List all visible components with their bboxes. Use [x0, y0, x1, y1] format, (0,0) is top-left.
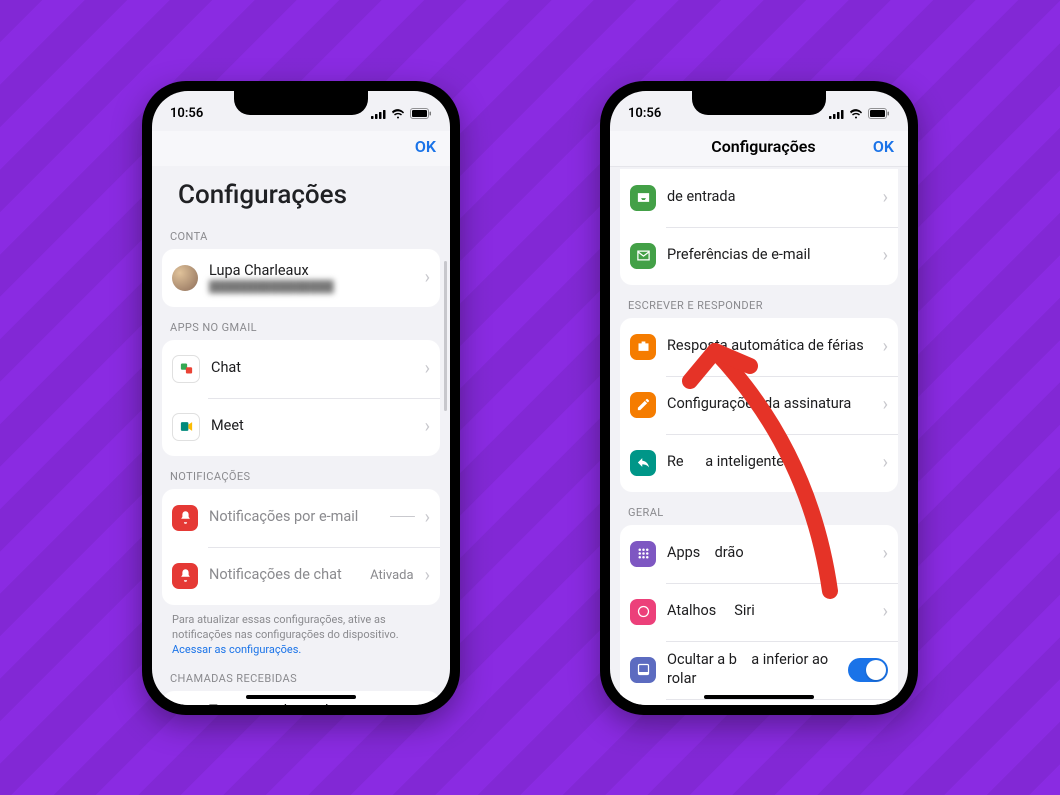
account-name: Lupa Charleaux [209, 262, 414, 280]
chevron-right-icon: › [425, 360, 430, 378]
phone-left: 10:56 OK Confi [142, 81, 460, 715]
page-title: Configurações [162, 166, 440, 216]
cell-signal-icon [371, 109, 386, 119]
notif-hint: Para atualizar essas configurações, ativ… [162, 605, 440, 658]
chevron-right-icon: › [425, 567, 430, 585]
row-vacation[interactable]: Resposta automática de férias › [620, 318, 898, 376]
row-email-prefs[interactable]: Preferências de e-mail › [620, 227, 898, 285]
row-inbox-truncated[interactable]: de entrada › [620, 169, 898, 227]
battery-icon [868, 108, 890, 119]
row-email-notif[interactable]: Notificações por e-mail ——— › [162, 489, 440, 547]
nav-title: Configurações [711, 137, 815, 156]
chevron-right-icon: › [883, 189, 888, 207]
section-notif-label: NOTIFICAÇÕES [162, 470, 440, 489]
chevron-right-icon: › [883, 603, 888, 621]
bottombar-icon [630, 657, 656, 683]
phone-right: 10:56 Configurações OK [600, 81, 918, 715]
battery-icon [410, 108, 432, 119]
account-row[interactable]: Lupa Charleaux ████████████████ › [162, 249, 440, 307]
home-indicator [246, 695, 356, 699]
row-data-usage[interactable]: Uso de dados › [620, 699, 898, 705]
row-hide-bottom-bar: Ocultar a b a inferior ao rolar [620, 641, 898, 699]
section-calls-label: CHAMADAS RECEBIDAS [162, 672, 440, 691]
status-bar: 10:56 [152, 91, 450, 131]
account-email-redacted: ████████████████ [209, 280, 414, 294]
chevron-right-icon: › [425, 418, 430, 436]
inbox-icon [630, 185, 656, 211]
reply-icon [630, 450, 656, 476]
bell-icon [172, 563, 198, 589]
chevron-right-icon: › [883, 247, 888, 265]
screen-left: 10:56 OK Confi [152, 91, 450, 705]
open-settings-link[interactable]: Acessar as configurações. [172, 643, 301, 656]
home-indicator [704, 695, 814, 699]
section-conta-label: CONTA [162, 230, 440, 249]
chevron-right-icon: › [883, 338, 888, 356]
status-time: 10:56 [628, 106, 661, 121]
scroll-indicator [444, 261, 447, 411]
bell-icon [172, 505, 198, 531]
section-general-label: GERAL [620, 506, 898, 525]
row-siri-shortcuts[interactable]: Atalhos Siri › [620, 583, 898, 641]
section-write-label: ESCREVER E RESPONDER [620, 299, 898, 318]
meet-icon [172, 413, 200, 441]
status-bar: 10:56 [610, 91, 908, 131]
status-time: 10:56 [170, 106, 203, 121]
chevron-right-icon: › [425, 269, 430, 287]
cell-signal-icon [829, 109, 844, 119]
navbar: Configurações OK [610, 131, 908, 167]
screen-right: 10:56 Configurações OK [610, 91, 908, 705]
screenshot-stage: 10:56 OK Confi [0, 0, 1060, 795]
chevron-right-icon: › [883, 545, 888, 563]
mail-icon [630, 243, 656, 269]
section-apps-label: APPS NO GMAIL [162, 321, 440, 340]
chevron-right-icon: › [425, 509, 430, 527]
siri-icon [630, 599, 656, 625]
pencil-icon [630, 392, 656, 418]
briefcase-icon [630, 334, 656, 360]
nav-ok-button[interactable]: OK [873, 137, 894, 156]
chat-icon [172, 355, 200, 383]
toggle-hide-bottom-bar[interactable] [848, 658, 888, 682]
chevron-right-icon: › [883, 454, 888, 472]
row-default-apps[interactable]: Apps drão › [620, 525, 898, 583]
wifi-icon [391, 109, 405, 119]
row-chat-notif[interactable]: Notificações de chat Ativada › [162, 547, 440, 605]
row-signature[interactable]: Configurações da assinatura › [620, 376, 898, 434]
navbar: OK [152, 131, 450, 166]
nav-ok-button[interactable]: OK [415, 137, 436, 156]
row-meet[interactable]: Meet › [162, 398, 440, 456]
row-chat[interactable]: Chat › [162, 340, 440, 398]
wifi-icon [849, 109, 863, 119]
row-smart-reply[interactable]: Re a inteligente › [620, 434, 898, 492]
chevron-right-icon: › [883, 396, 888, 414]
grid-icon [630, 541, 656, 567]
avatar [172, 265, 198, 291]
